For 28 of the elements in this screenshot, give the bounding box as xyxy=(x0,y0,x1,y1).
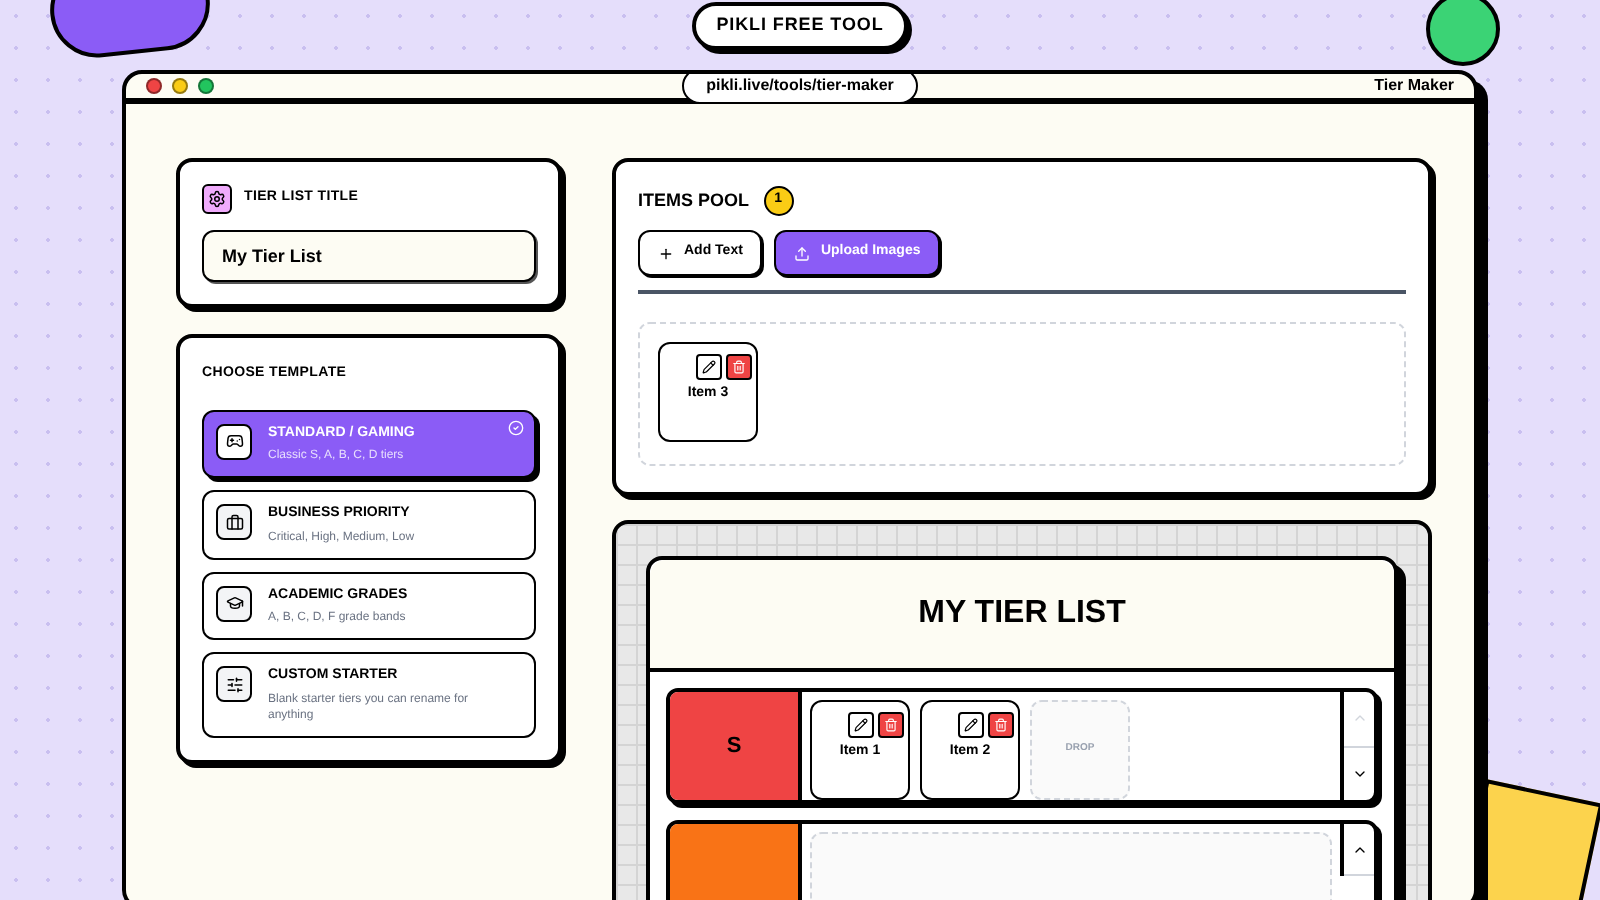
plus-icon xyxy=(658,245,674,261)
check-icon xyxy=(508,419,524,435)
delete-button[interactable] xyxy=(878,712,904,738)
template-icon xyxy=(216,504,252,540)
template-icon xyxy=(216,666,252,702)
pencil-icon xyxy=(854,718,868,732)
window-title: Tier Maker xyxy=(1374,74,1454,98)
trash-icon xyxy=(994,718,1008,732)
trash-icon xyxy=(884,718,898,732)
edit-button[interactable] xyxy=(958,712,984,738)
title-input[interactable]: My Tier List xyxy=(202,230,536,282)
template-icon xyxy=(216,585,252,621)
trash-icon xyxy=(732,360,746,374)
upload-icon xyxy=(794,245,811,261)
tier-label[interactable]: S xyxy=(670,692,802,800)
tier-list-title: MY TIER LIST xyxy=(918,594,1126,634)
delete-button[interactable] xyxy=(988,712,1014,738)
edit-button[interactable] xyxy=(848,712,874,738)
pencil-icon xyxy=(964,718,978,732)
settings-icon xyxy=(202,184,232,214)
pool-title: ITEMS POOL xyxy=(638,187,750,214)
delete-button[interactable] xyxy=(726,354,752,380)
pencil-icon xyxy=(702,360,716,374)
tool-badge: PIKLI FREE TOOL xyxy=(692,2,908,49)
edit-button[interactable] xyxy=(696,354,722,380)
url-bar[interactable]: pikli.live/tools/tier-maker xyxy=(682,74,918,104)
tier-label[interactable] xyxy=(670,824,802,900)
template-icon xyxy=(216,423,252,459)
